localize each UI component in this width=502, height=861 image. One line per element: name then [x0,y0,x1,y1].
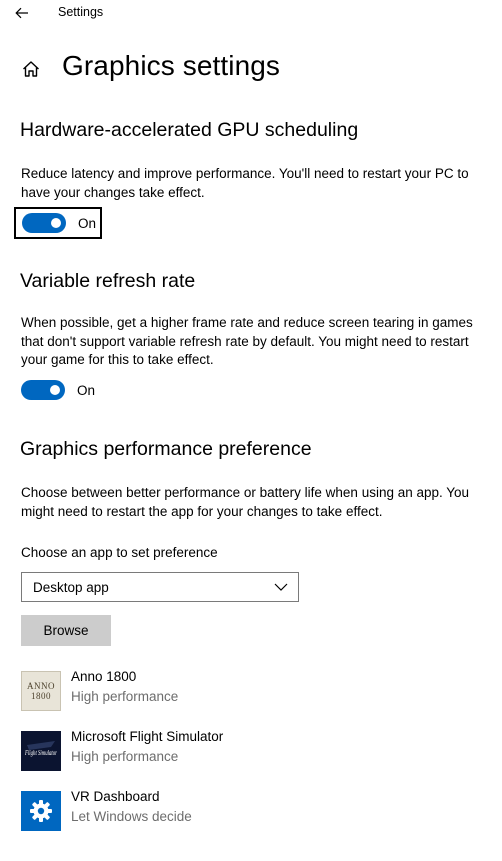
gpu-scheduling-title: Hardware-accelerated GPU scheduling [20,119,359,141]
app-list-item-vr-dashboard[interactable]: VR Dashboard Let Windows decide [21,789,481,833]
variable-refresh-description: When possible, get a higher frame rate a… [21,315,473,367]
back-button[interactable] [8,2,36,24]
anno-logo-text: ANNO 1800 [27,681,55,701]
performance-preference-description: Choose between better performance or bat… [21,485,470,519]
variable-refresh-toggle[interactable]: On [14,374,102,406]
title-bar: Settings [0,0,502,26]
toggle-switch[interactable] [21,380,65,400]
app-preference: Let Windows decide [71,809,192,824]
gpu-scheduling-toggle[interactable]: On [14,207,102,239]
performance-preference-title: Graphics performance preference [20,438,312,460]
vr-dashboard-gear [30,800,52,822]
home-icon [23,61,39,77]
toggle-knob [50,385,60,395]
app-preference: High performance [71,689,179,704]
app-list-item-flight-simulator[interactable]: Flight Simulator Microsoft Flight Simula… [21,729,481,773]
home-button[interactable] [18,56,44,82]
gpu-scheduling-description: Reduce latency and improve performance. … [21,166,469,200]
page-title: Graphics settings [62,50,281,81]
dropdown-value: Desktop app [33,579,109,595]
flight-simulator-icon: Flight Simulator [21,731,61,771]
app-preference: High performance [71,749,179,764]
chevron-down-icon [274,583,288,591]
toggle-knob [51,218,61,228]
app-name: Anno 1800 [71,669,137,684]
toggle-state-label: On [78,215,97,231]
app-list-item-anno-1800[interactable]: ANNO 1800 Anno 1800 High performance [21,669,481,713]
choose-app-label: Choose an app to set preference [21,545,218,560]
browse-button[interactable]: Browse [21,615,111,646]
app-name: VR Dashboard [71,789,160,804]
flight-simulator-logo: Flight Simulator [21,731,61,771]
variable-refresh-title: Variable refresh rate [20,270,196,292]
app-name: Microsoft Flight Simulator [71,729,224,744]
toggle-switch[interactable] [22,213,66,233]
flight-simulator-logo-text: Flight Simulator [24,749,57,757]
anno-1800-icon: ANNO 1800 [21,671,61,711]
app-type-dropdown[interactable]: Desktop app [21,572,299,602]
window-title: Settings [58,5,104,19]
gear-icon [21,791,61,831]
back-arrow-icon [15,7,28,19]
toggle-state-label: On [77,382,96,398]
